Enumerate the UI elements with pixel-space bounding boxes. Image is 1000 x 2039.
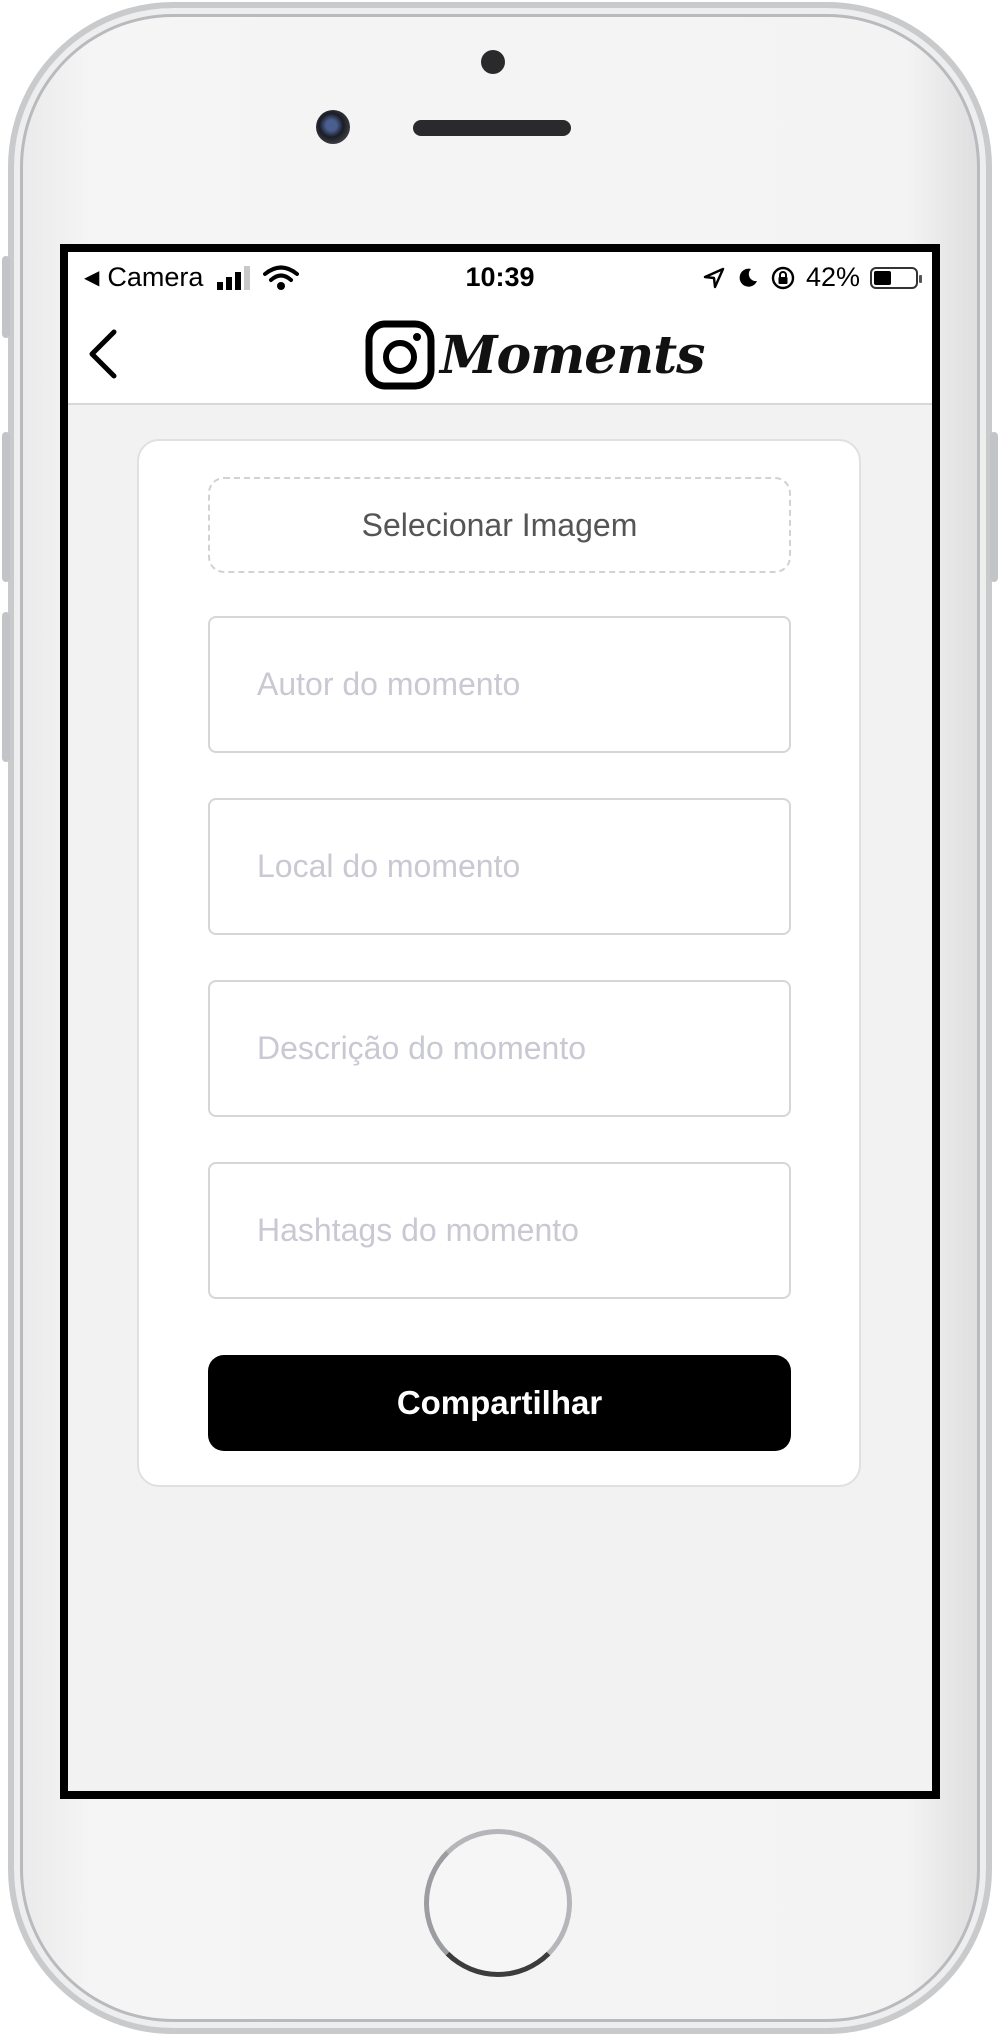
status-right: 42% xyxy=(702,262,922,293)
location-input[interactable] xyxy=(208,798,791,935)
volume-down-button xyxy=(2,612,10,762)
rotation-lock-icon xyxy=(771,266,795,289)
earpiece-speaker xyxy=(413,120,571,136)
share-button[interactable]: Compartilhar xyxy=(208,1355,791,1451)
volume-up-button xyxy=(2,432,10,582)
hashtags-input[interactable] xyxy=(208,1162,791,1299)
camera-logo-icon xyxy=(365,320,435,390)
back-chevron-icon[interactable] xyxy=(84,324,124,384)
description-input[interactable] xyxy=(208,980,791,1117)
status-bar: ◀ Camera 10:39 42% xyxy=(68,252,932,304)
author-input[interactable] xyxy=(208,616,791,753)
app-logo: Moments xyxy=(364,318,705,392)
front-camera xyxy=(316,110,350,144)
home-button[interactable] xyxy=(424,1829,572,1977)
app-display: ◀ Camera 10:39 42% Moments Selecionar Im… xyxy=(68,252,932,1791)
nav-bar: Moments xyxy=(68,304,932,405)
battery-level xyxy=(874,270,891,285)
battery-percent: 42% xyxy=(805,262,860,292)
location-arrow-icon xyxy=(703,267,725,288)
moon-icon xyxy=(739,268,757,287)
screen: ◀ Camera 10:39 42% Moments Selecionar Im… xyxy=(60,244,940,1799)
power-button xyxy=(990,432,998,582)
mute-switch xyxy=(2,256,10,338)
select-image-button[interactable]: Selecionar Imagem xyxy=(208,477,791,573)
proximity-sensor xyxy=(481,50,505,74)
share-moment-form: Selecionar Imagem Compartilhar xyxy=(137,439,861,1487)
battery-icon xyxy=(870,266,922,289)
logo-text: Moments xyxy=(440,324,705,386)
